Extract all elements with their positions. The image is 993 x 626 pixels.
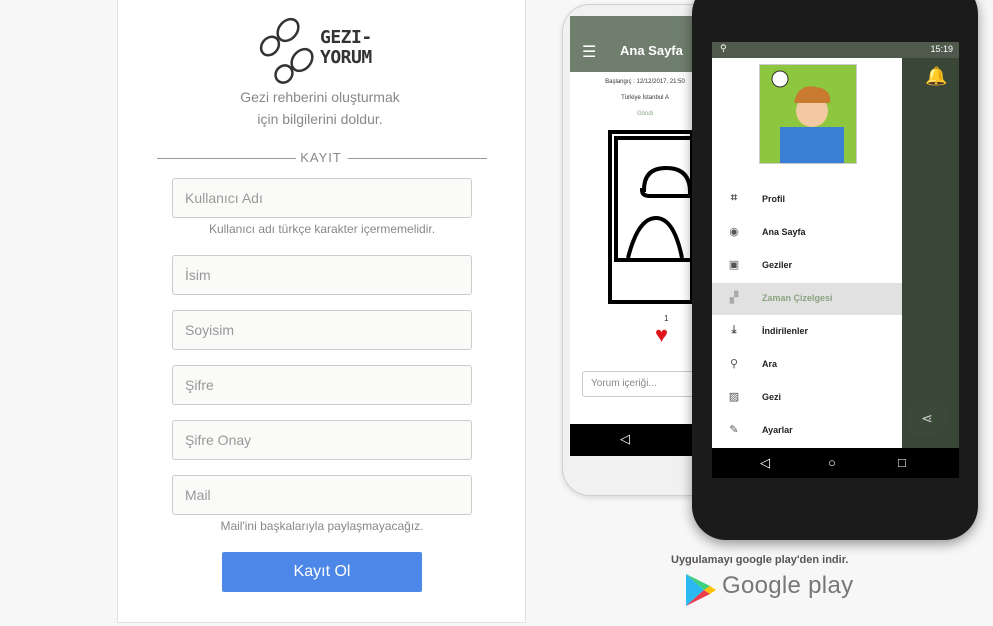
logo-text: GEZI- YORUM bbox=[320, 27, 372, 68]
register-button[interactable]: Kayıt Ol bbox=[222, 552, 422, 592]
nav-home-icon[interactable]: ○ bbox=[828, 455, 836, 470]
drawer-item-zaman-cizelgesi[interactable]: ▞ Zaman Çizelgesi bbox=[712, 283, 902, 315]
front-nav-bar: ◁ ○ □ bbox=[712, 448, 959, 478]
divider-left bbox=[157, 158, 296, 159]
heart-icon[interactable]: ♥ bbox=[655, 322, 668, 348]
map-background bbox=[902, 58, 959, 448]
drawer-item-geziler[interactable]: ▣ Geziler bbox=[712, 250, 902, 282]
username-input[interactable] bbox=[172, 178, 472, 218]
google-play-text[interactable]: Google play bbox=[722, 572, 853, 600]
google-play-icon[interactable] bbox=[684, 572, 718, 608]
mail-input[interactable] bbox=[172, 475, 472, 515]
section-label: KAYIT bbox=[300, 150, 342, 165]
form-subtitle: Gezi rehberini oluşturmak için bilgileri… bbox=[240, 89, 400, 127]
drawer-item-profil[interactable]: ⌗ Profil bbox=[712, 184, 902, 216]
eye-icon: ◉ bbox=[729, 226, 739, 238]
mail-hint: Mail'ini başkalarıyla paylaşmayacağız. bbox=[220, 519, 424, 533]
share-fab[interactable]: ⋖ bbox=[907, 398, 947, 438]
drawer-item-ana-sayfa[interactable]: ◉ Ana Sayfa bbox=[712, 217, 902, 249]
password-input[interactable] bbox=[172, 365, 472, 405]
name-input[interactable] bbox=[172, 255, 472, 295]
drawer-item-ayarlar[interactable]: ✎ Ayarlar bbox=[712, 415, 902, 447]
front-status-bar: ⚲ 15:19 bbox=[712, 42, 959, 58]
search-icon: ⚲ bbox=[729, 358, 739, 370]
nav-drawer: ⌗ Profil ◉ Ana Sayfa ▣ Geziler ▞ Zaman Çizel… bbox=[712, 58, 902, 448]
drawer-item-gezi[interactable]: ▨ Gezi bbox=[712, 382, 902, 414]
drawer-item-ara[interactable]: ⚲ Ara bbox=[712, 349, 902, 381]
nav-recents-icon[interactable]: □ bbox=[898, 455, 906, 470]
crop-icon: ⌗ bbox=[730, 192, 738, 204]
drawer-item-indirilenler[interactable]: ⤓ İndirilenler bbox=[712, 316, 902, 348]
password-confirm-input[interactable] bbox=[172, 420, 472, 460]
divider-right bbox=[348, 158, 487, 159]
nav-back-icon[interactable]: ◁ bbox=[760, 455, 770, 471]
search-icon: ⚲ bbox=[720, 43, 727, 53]
image-icon: ▨ bbox=[728, 391, 740, 403]
timeline-icon: ▞ bbox=[729, 292, 739, 304]
back-nav-back-icon[interactable]: ◁ bbox=[620, 431, 630, 447]
menu-icon: ☰ bbox=[582, 44, 597, 61]
bell-icon: 🔔 bbox=[925, 66, 948, 86]
back-app-title: Ana Sayfa bbox=[620, 43, 683, 58]
download-text: Uygulamayı google play'den indir. bbox=[671, 554, 849, 566]
download-icon: ⤓ bbox=[731, 324, 737, 336]
comment-input[interactable]: Yorum içeriği... bbox=[582, 371, 702, 397]
image-placeholder-icon bbox=[608, 130, 694, 304]
video-library-icon: ▣ bbox=[728, 259, 740, 271]
status-time: 15:19 bbox=[930, 44, 953, 54]
surname-input[interactable] bbox=[172, 310, 472, 350]
profile-avatar bbox=[759, 64, 857, 164]
wrench-icon: ✎ bbox=[729, 424, 739, 436]
username-hint: Kullanıcı adı türkçe karakter içermemeli… bbox=[208, 222, 436, 236]
